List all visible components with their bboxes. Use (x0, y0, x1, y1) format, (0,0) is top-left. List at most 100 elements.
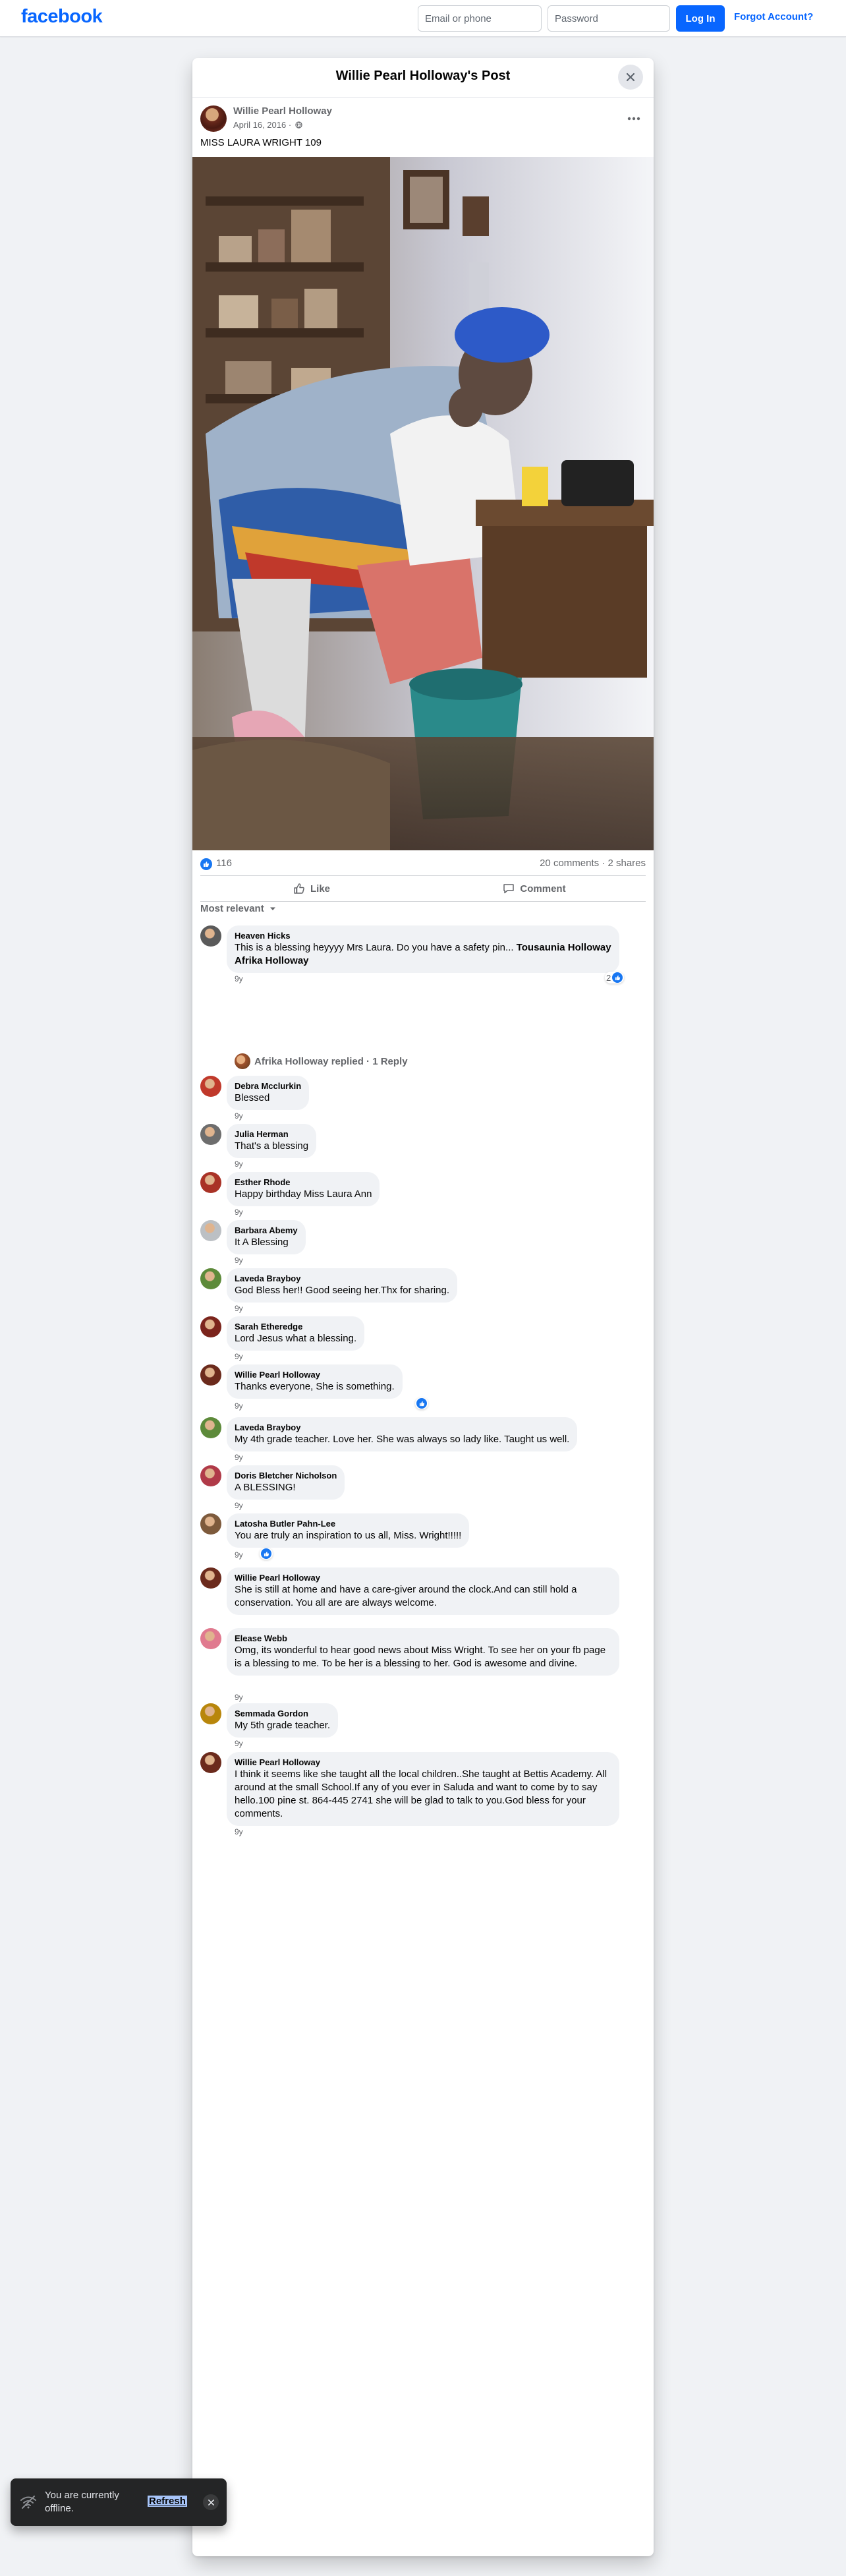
email-input[interactable] (418, 5, 542, 32)
comments-shares-count[interactable]: 20 comments · 2 shares (540, 858, 646, 869)
post-date[interactable]: April 16, 2016 · (233, 120, 302, 130)
dialog-header: Willie Pearl Holloway's Post (192, 58, 654, 98)
comment-time[interactable]: 9y (235, 1739, 243, 1748)
toast-close-button[interactable] (203, 2494, 219, 2510)
comment-text: It A Blessing (235, 1237, 289, 1248)
comment-bubble: Heaven Hicks This is a blessing heyyyy M… (227, 925, 619, 973)
comment-time[interactable]: 9y (235, 1111, 243, 1121)
commenter-avatar[interactable] (200, 1364, 221, 1386)
comment-time[interactable]: 9y (235, 1159, 243, 1169)
comment-reactions[interactable] (260, 1548, 273, 1560)
post-dialog: Willie Pearl Holloway's Post Willie Pear… (192, 58, 654, 2556)
like-reaction-icon (200, 858, 212, 870)
commenter-name[interactable]: Doris Bletcher Nicholson (235, 1471, 337, 1481)
refresh-button[interactable]: Refresh (148, 2496, 187, 2507)
post-photo[interactable] (192, 157, 654, 850)
commenter-avatar[interactable] (200, 1220, 221, 1241)
comment-bubble: Willie Pearl Holloway I think it seems l… (227, 1752, 619, 1826)
comment-body: This is a blessing heyyyy Mrs Laura. Do … (235, 942, 517, 953)
commenter-name[interactable]: Julia Herman (235, 1129, 308, 1140)
comment-bubble: Laveda Brayboy My 4th grade teacher. Lov… (227, 1417, 578, 1451)
commenter-name[interactable]: Barbara Abemy (235, 1225, 298, 1236)
comment-time[interactable]: 9y (235, 1827, 243, 1836)
commenter-avatar[interactable] (200, 1752, 221, 1773)
commenter-name[interactable]: Semmada Gordon (235, 1709, 330, 1719)
commenter-avatar[interactable] (200, 1513, 221, 1535)
commenter-name[interactable]: Laveda Brayboy (235, 1422, 569, 1433)
commenter-avatar[interactable] (200, 1268, 221, 1289)
like-reaction-icon (261, 1548, 271, 1559)
photo-illustration (192, 157, 654, 850)
commenter-name[interactable]: Willie Pearl Holloway (235, 1757, 611, 1768)
comment-bubble: Laveda Brayboy God Bless her!! Good seei… (227, 1268, 458, 1303)
comment-bubble: Doris Bletcher Nicholson A BLESSING! (227, 1465, 345, 1500)
comment-time[interactable]: 9y (235, 1401, 243, 1411)
like-button[interactable]: Like (200, 876, 423, 901)
comment-text: God Bless her!! Good seeing her.Thx for … (235, 1285, 450, 1296)
reply-summary: Afrika Holloway replied · 1 Reply (254, 1055, 408, 1067)
comment-text: Blessed (235, 1092, 270, 1103)
commenter-avatar[interactable] (200, 925, 221, 947)
view-replies-link[interactable]: Afrika Holloway replied · 1 Reply (235, 1053, 408, 1069)
commenter-name[interactable]: Sarah Etheredge (235, 1322, 356, 1332)
thumbs-up-icon (294, 883, 304, 894)
commenter-name[interactable]: Willie Pearl Holloway (235, 1370, 395, 1380)
like-count[interactable]: 116 (216, 858, 232, 869)
sort-dropdown[interactable]: Most relevant (200, 903, 276, 914)
comment-text: Happy birthday Miss Laura Ann (235, 1188, 372, 1200)
like-reaction-icon (416, 1398, 427, 1409)
commenter-avatar[interactable] (200, 1316, 221, 1337)
login-button[interactable]: Log In (676, 5, 725, 32)
comment-button[interactable]: Comment (423, 876, 646, 901)
comment-bubble: Julia Herman That's a blessing (227, 1124, 317, 1158)
comment-bubble: Barbara Abemy It A Blessing (227, 1220, 306, 1254)
comment-text: She is still at home and have a care-giv… (235, 1584, 577, 1608)
comment-reactions[interactable]: 2 (605, 972, 625, 983)
commenter-name[interactable]: Laveda Brayboy (235, 1273, 449, 1284)
comment-time[interactable]: 9y (235, 1256, 243, 1265)
sort-label: Most relevant (200, 903, 264, 914)
replier-avatar (235, 1053, 250, 1069)
commenter-name[interactable]: Latosha Butler Pahn-Lee (235, 1519, 461, 1529)
comment-time[interactable]: 9y (235, 1352, 243, 1361)
author-name[interactable]: Willie Pearl Holloway (233, 105, 332, 117)
top-bar: facebook Log In Forgot Account? (0, 0, 846, 37)
commenter-name[interactable]: Willie Pearl Holloway (235, 1573, 611, 1583)
commenter-avatar[interactable] (200, 1417, 221, 1438)
commenter-avatar[interactable] (200, 1628, 221, 1649)
like-reaction-icon (612, 972, 623, 983)
comment-text: My 4th grade teacher. Love her. She was … (235, 1434, 570, 1445)
comment-time[interactable]: 9y (235, 1550, 243, 1560)
post-text: MISS LAURA WRIGHT 109 (200, 137, 322, 148)
forgot-account-link[interactable]: Forgot Account? (734, 11, 813, 22)
facebook-logo[interactable]: facebook (21, 6, 103, 28)
post-actions: Like Comment (200, 875, 646, 902)
reaction-count: 2 (606, 972, 611, 983)
comment-time[interactable]: 9y (235, 1453, 243, 1462)
comment-time[interactable]: 9y (235, 1304, 243, 1313)
comment-bubble: Debra Mcclurkin Blessed (227, 1076, 310, 1110)
commenter-name[interactable]: Elease Webb (235, 1633, 611, 1644)
comment-text: I think it seems like she taught all the… (235, 1769, 607, 1819)
comment-icon (503, 884, 515, 894)
commenter-avatar[interactable] (200, 1465, 221, 1486)
comment-text: Omg, its wonderful to hear good news abo… (235, 1645, 606, 1669)
commenter-avatar[interactable] (200, 1172, 221, 1193)
like-label: Like (310, 883, 330, 894)
author-avatar[interactable] (200, 105, 227, 132)
commenter-avatar[interactable] (200, 1567, 221, 1589)
commenter-avatar[interactable] (200, 1703, 221, 1724)
commenter-avatar[interactable] (200, 1076, 221, 1097)
commenter-name[interactable]: Esther Rhode (235, 1177, 372, 1188)
comment-time[interactable]: 9y (235, 974, 243, 983)
commenter-name[interactable]: Debra Mcclurkin (235, 1081, 301, 1092)
comment-time[interactable]: 9y (235, 1693, 243, 1702)
close-button[interactable] (618, 65, 643, 90)
commenter-avatar[interactable] (200, 1124, 221, 1145)
commenter-name[interactable]: Heaven Hicks (235, 931, 611, 941)
password-input[interactable] (548, 5, 670, 32)
comment-reactions[interactable] (415, 1397, 428, 1409)
comment-time[interactable]: 9y (235, 1208, 243, 1217)
comment-time[interactable]: 9y (235, 1501, 243, 1510)
more-options-button[interactable] (627, 109, 640, 125)
